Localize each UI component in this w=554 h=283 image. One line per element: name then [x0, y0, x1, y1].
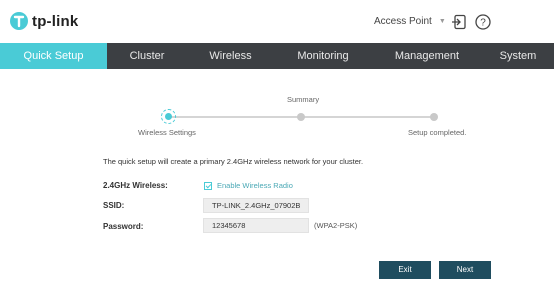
help-icon[interactable]: ?	[475, 14, 491, 30]
setup-description: The quick setup will create a primary 2.…	[103, 157, 364, 166]
ssid-label: SSID:	[103, 201, 125, 210]
wireless-label: 2.4GHz Wireless:	[103, 181, 168, 190]
security-type-label: (WPA2-PSK)	[314, 221, 358, 230]
password-label: Password:	[103, 222, 144, 231]
brand-name: tp-link	[32, 12, 79, 30]
step-completed-label: Setup completed.	[408, 128, 467, 137]
password-field[interactable]: 12345678	[203, 218, 309, 233]
tab-management[interactable]: Management	[372, 43, 482, 69]
main-nav: Quick Setup Cluster Wireless Monitoring …	[0, 43, 554, 69]
chevron-down-icon: ▼	[438, 18, 446, 25]
tab-monitoring[interactable]: Monitoring	[274, 43, 372, 69]
header: tp-link Access Point ▼ ?	[0, 0, 554, 43]
logout-icon[interactable]	[451, 14, 467, 30]
step-completed-dot	[430, 113, 438, 121]
enable-wireless-radio[interactable]: Enable Wireless Radio	[204, 181, 293, 190]
enable-wireless-checkbox[interactable]	[204, 181, 212, 190]
tp-link-logo: tp-link	[9, 11, 78, 31]
ssid-field[interactable]: TP-LINK_2.4GHz_07902B	[203, 198, 309, 213]
operation-mode-select[interactable]: Access Point ▼	[374, 16, 446, 27]
step-wireless-settings-label: Wireless Settings	[138, 128, 196, 137]
step-summary-label: Summary	[287, 95, 320, 104]
exit-button[interactable]: Exit	[379, 261, 431, 279]
tab-cluster[interactable]: Cluster	[107, 43, 187, 69]
step-summary-dot	[297, 113, 305, 121]
next-button[interactable]: Next	[439, 261, 491, 279]
operation-mode-label: Access Point	[374, 16, 432, 27]
tab-system[interactable]: System	[482, 43, 554, 69]
tab-wireless[interactable]: Wireless	[187, 43, 274, 69]
enable-wireless-label[interactable]: Enable Wireless Radio	[217, 181, 293, 190]
step-wireless-settings-dot	[165, 113, 172, 120]
tp-link-logo-icon	[10, 12, 28, 30]
svg-text:?: ?	[480, 18, 486, 29]
tab-quick-setup[interactable]: Quick Setup	[0, 43, 107, 69]
setup-progress: Wireless Settings Summary Setup complete…	[0, 88, 554, 138]
